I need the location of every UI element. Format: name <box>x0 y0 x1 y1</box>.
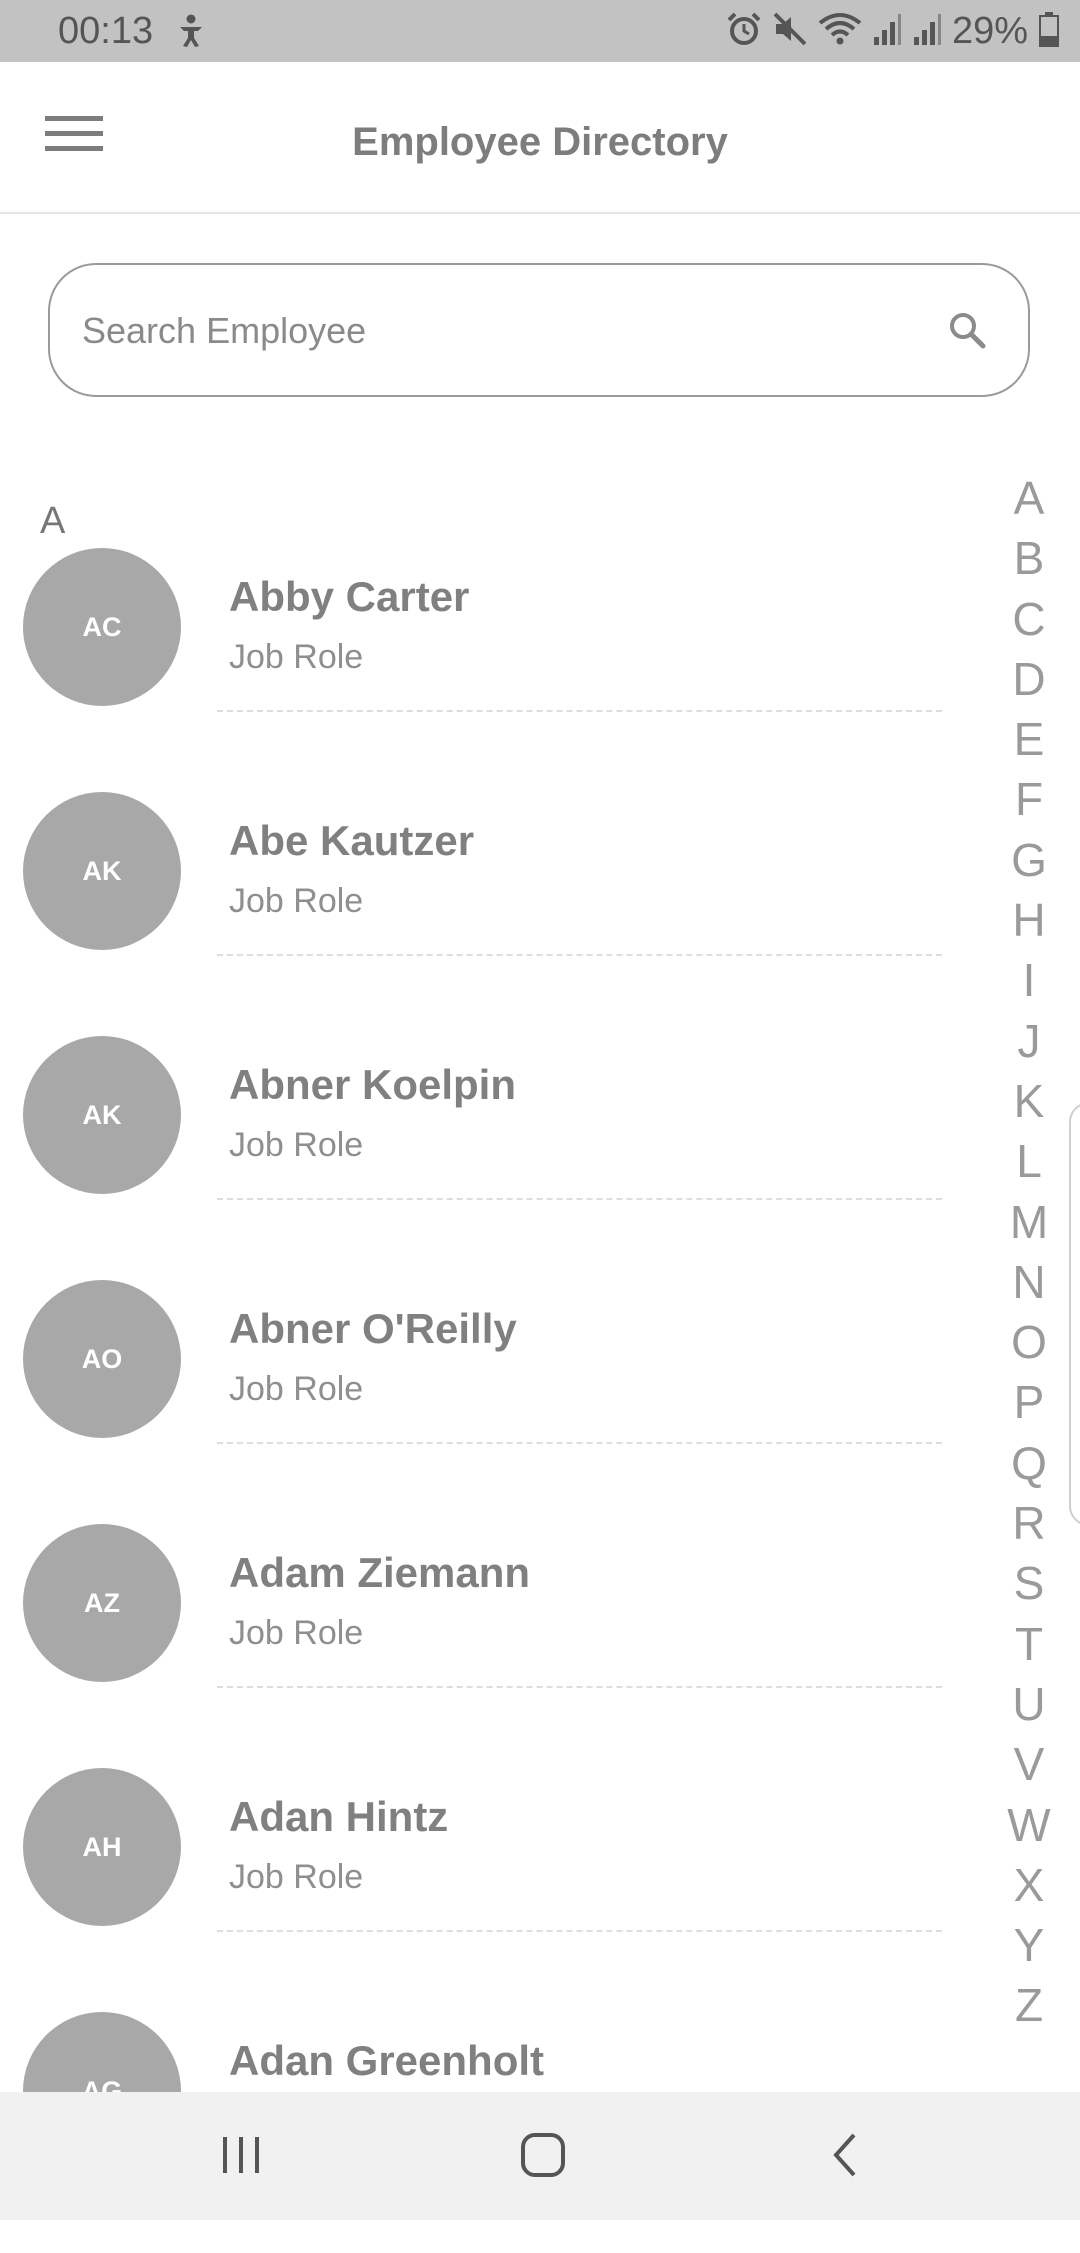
avatar: AZ <box>23 1524 181 1682</box>
employee-list: AC Abby Carter Job Role AK Abe Kautzer J… <box>0 545 960 2253</box>
divider <box>217 1198 942 1200</box>
alphabet-letter-t[interactable]: T <box>994 1614 1064 1674</box>
alphabet-letter-j[interactable]: J <box>994 1011 1064 1071</box>
employee-name: Adam Ziemann <box>229 1549 531 1596</box>
alphabet-letter-w[interactable]: W <box>994 1795 1064 1855</box>
alphabet-letter-b[interactable]: B <box>994 528 1064 588</box>
alphabet-letter-f[interactable]: F <box>994 769 1064 829</box>
avatar: AK <box>23 792 181 950</box>
employee-name: Abe Kautzer <box>229 817 475 864</box>
alphabet-letter-q[interactable]: Q <box>994 1433 1064 1493</box>
mute-icon <box>772 11 808 52</box>
home-button[interactable] <box>503 2122 583 2192</box>
alphabet-letter-g[interactable]: G <box>994 830 1064 890</box>
alphabet-letter-z[interactable]: Z <box>994 1975 1064 2035</box>
alphabet-letter-i[interactable]: I <box>994 950 1064 1010</box>
edge-panel-handle[interactable] <box>1069 1102 1080 1526</box>
alphabet-letter-s[interactable]: S <box>994 1553 1064 1613</box>
list-item[interactable]: AC Abby Carter Job Role <box>0 545 960 789</box>
alphabet-letter-d[interactable]: D <box>994 649 1064 709</box>
alphabet-letter-a[interactable]: A <box>994 468 1064 528</box>
alphabet-letter-m[interactable]: M <box>994 1192 1064 1252</box>
search-input[interactable] <box>80 265 944 397</box>
list-item[interactable]: AK Abe Kautzer Job Role <box>0 789 960 1033</box>
employee-name: Abner Koelpin <box>229 1061 517 1108</box>
alphabet-letter-v[interactable]: V <box>994 1734 1064 1794</box>
employee-role: Job Role <box>229 1126 364 1164</box>
list-item[interactable]: AZ Adam Ziemann Job Role <box>0 1521 960 1765</box>
alphabet-letter-n[interactable]: N <box>994 1252 1064 1312</box>
alphabet-letter-h[interactable]: H <box>994 890 1064 950</box>
battery-icon <box>1038 11 1060 52</box>
alphabet-letter-l[interactable]: L <box>994 1131 1064 1191</box>
alphabet-letter-r[interactable]: R <box>994 1493 1064 1553</box>
employee-name: Abby Carter <box>229 573 470 620</box>
signal-icon <box>912 11 942 52</box>
status-time: 00:13 <box>58 10 154 52</box>
alphabet-letter-c[interactable]: C <box>994 589 1064 649</box>
status-icons: 29% <box>726 8 1060 54</box>
home-icon <box>519 2131 567 2184</box>
status-bar: 00:13 29% <box>0 0 1080 62</box>
avatar: AC <box>23 548 181 706</box>
avatar: AK <box>23 1036 181 1194</box>
alphabet-letter-k[interactable]: K <box>994 1071 1064 1131</box>
battery-percent: 29% <box>951 9 1028 52</box>
alphabet-letter-e[interactable]: E <box>994 709 1064 769</box>
employee-role: Job Role <box>229 1858 364 1896</box>
employee-name: Adan Hintz <box>229 1793 449 1840</box>
alphabet-letter-p[interactable]: P <box>994 1372 1064 1432</box>
accessibility-icon <box>176 14 206 53</box>
navigation-bar <box>0 2092 1080 2220</box>
alphabet-index[interactable]: ABCDEFGHIJKLMNOPQRSTUVWXYZ <box>994 468 1064 2036</box>
list-item[interactable]: AK Abner Koelpin Job Role <box>0 1033 960 1277</box>
alphabet-letter-u[interactable]: U <box>994 1674 1064 1734</box>
divider <box>217 1930 942 1932</box>
app-bar: Employee Directory <box>0 62 1080 214</box>
divider <box>217 710 942 712</box>
alphabet-letter-x[interactable]: X <box>994 1855 1064 1915</box>
employee-role: Job Role <box>229 1614 364 1652</box>
signal-icon <box>872 11 902 52</box>
employee-role: Job Role <box>229 1370 364 1408</box>
section-header: A <box>40 500 66 542</box>
recents-icon <box>219 2133 263 2182</box>
divider <box>217 954 942 956</box>
alphabet-letter-o[interactable]: O <box>994 1312 1064 1372</box>
employee-role: Job Role <box>229 638 364 676</box>
avatar: AO <box>23 1280 181 1438</box>
back-button[interactable] <box>806 2122 886 2192</box>
back-icon <box>824 2131 868 2184</box>
list-item[interactable]: AO Abner O'Reilly Job Role <box>0 1277 960 1521</box>
divider <box>217 1686 942 1688</box>
divider <box>217 1442 942 1444</box>
employee-role: Job Role <box>229 882 364 920</box>
list-item[interactable]: AH Adan Hintz Job Role <box>0 1765 960 2009</box>
wifi-icon <box>818 11 862 52</box>
search-box[interactable] <box>48 263 1030 397</box>
alarm-icon <box>726 11 762 52</box>
employee-name: Adan Greenholt <box>229 2037 545 2084</box>
search-icon[interactable] <box>948 311 986 354</box>
employee-name: Abner O'Reilly <box>229 1305 517 1352</box>
alphabet-letter-y[interactable]: Y <box>994 1915 1064 1975</box>
avatar: AH <box>23 1768 181 1926</box>
page-title: Employee Directory <box>352 120 728 164</box>
recents-button[interactable] <box>201 2122 281 2192</box>
